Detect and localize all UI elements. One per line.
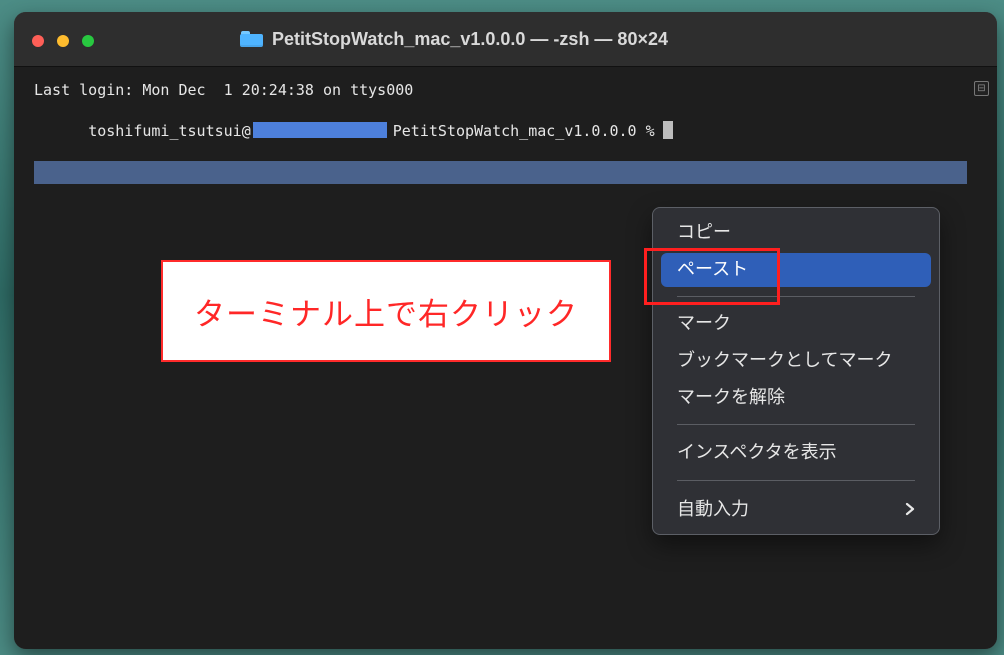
terminal-window: PetitStopWatch_mac_v1.0.0.0 — -zsh — 80×… [14,12,997,649]
selected-terminal-row [34,161,967,184]
redacted-hostname [252,122,387,138]
terminal-prompt-line: toshifumi_tsutsui@ PetitStopWatch_mac_v1.… [34,103,673,158]
terminal-content[interactable]: ⊟ Last login: Mon Dec 1 20:24:38 on ttys… [14,67,997,649]
menu-item-copy[interactable]: コピー [661,216,931,250]
menu-separator [677,480,915,481]
menu-separator [677,424,915,425]
menu-item-autofill-label: 自動入力 [677,499,749,520]
minimize-window-button[interactable] [57,35,69,47]
paste-highlight-frame [644,248,780,305]
prompt-user-host: toshifumi_tsutsui@ [88,122,251,140]
maximize-window-button[interactable] [82,35,94,47]
window-titlebar: PetitStopWatch_mac_v1.0.0.0 — -zsh — 80×… [14,12,997,67]
terminal-cursor [662,121,673,139]
menu-item-bookmark-mark[interactable]: ブックマークとしてマーク [661,344,931,378]
terminal-line-last-login: Last login: Mon Dec 1 20:24:38 on ttys00… [34,81,414,99]
instruction-callout: ターミナル上で右クリック [161,260,611,362]
menu-item-mark[interactable]: マーク [661,307,931,341]
menu-item-autofill[interactable]: 自動入力 [661,493,931,527]
window-title-group: PetitStopWatch_mac_v1.0.0.0 — -zsh — 80×… [240,25,668,53]
instruction-text: ターミナル上で右クリック [194,296,578,333]
chevron-right-icon [905,502,915,516]
scroll-indicator-icon[interactable]: ⊟ [974,81,989,96]
window-title: PetitStopWatch_mac_v1.0.0.0 — -zsh — 80×… [272,28,668,49]
menu-item-unmark[interactable]: マークを解除 [661,381,931,415]
close-window-button[interactable] [32,35,44,47]
prompt-path: PetitStopWatch_mac_v1.0.0.0 % [392,122,655,140]
menu-item-show-inspector[interactable]: インスペクタを表示 [661,436,931,470]
folder-icon [240,30,264,48]
